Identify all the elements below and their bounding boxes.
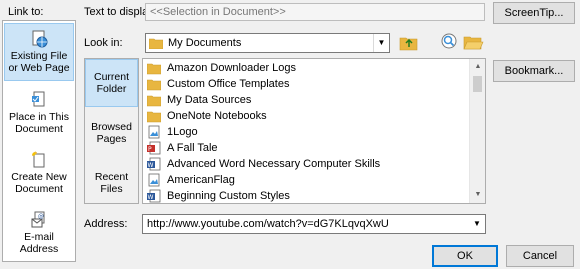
image-file-icon xyxy=(147,125,161,139)
email-icon: @ xyxy=(30,211,48,229)
tab-current-folder[interactable]: Current Folder xyxy=(85,59,138,107)
file-name: OneNote Notebooks xyxy=(167,110,267,122)
chevron-down-icon[interactable]: ▼ xyxy=(469,215,485,233)
sidebar-item-email-address[interactable]: @ E-mail Address xyxy=(4,211,74,259)
svg-text:W: W xyxy=(148,194,154,201)
address-input[interactable]: http://www.youtube.com/watch?v=dG7KLqvqX… xyxy=(142,214,486,234)
address-value: http://www.youtube.com/watch?v=dG7KLqvqX… xyxy=(147,218,389,230)
sidebar-label-line1: Create New xyxy=(11,171,67,183)
browse-web-icon xyxy=(441,33,457,49)
text-to-display-input[interactable]: <<Selection in Document>> xyxy=(145,3,485,21)
sidebar-label-line1: Place in This xyxy=(9,111,69,123)
tab-label-line1: Browsed xyxy=(91,121,132,133)
tab-recent-files[interactable]: Recent Files xyxy=(85,165,138,205)
look-in-value: My Documents xyxy=(168,37,242,49)
up-one-folder-button[interactable] xyxy=(398,32,420,52)
file-name: A Fall Tale xyxy=(167,142,218,154)
tab-label-line2: Folder xyxy=(96,83,127,95)
file-name: Amazon Downloader Logs xyxy=(167,62,297,74)
file-name: 1Logo xyxy=(167,126,198,138)
folder-icon xyxy=(148,37,164,52)
file-list[interactable]: Amazon Downloader Logs Custom Office Tem… xyxy=(142,58,486,204)
look-in-dropdown[interactable]: My Documents ▼ xyxy=(145,33,390,53)
pdf-file-icon: P xyxy=(147,141,161,155)
image-file-icon xyxy=(147,173,161,187)
folder-icon xyxy=(146,109,162,123)
folder-up-icon xyxy=(399,37,418,51)
file-name: Beginning Custom Styles xyxy=(167,190,290,202)
folder-icon xyxy=(146,93,162,107)
web-page-globe-icon xyxy=(30,30,48,48)
link-to-label: Link to: xyxy=(8,6,44,18)
tab-browsed-pages[interactable]: Browsed Pages xyxy=(85,115,138,155)
new-document-icon xyxy=(30,151,48,169)
file-name: Advanced Word Necessary Computer Skills xyxy=(167,158,381,170)
svg-text:@: @ xyxy=(38,213,44,220)
browse-web-button[interactable] xyxy=(438,32,460,52)
sidebar-item-place-in-document[interactable]: Place in This Document xyxy=(4,91,74,139)
word-file-icon: W xyxy=(147,157,161,171)
open-folder-icon xyxy=(463,36,484,50)
tab-label-line1: Current xyxy=(93,71,129,83)
address-label: Address: xyxy=(84,218,128,230)
sidebar-label-line1: E-mail xyxy=(24,231,54,243)
sidebar-label-line2: or Web Page xyxy=(8,62,70,74)
scroll-thumb[interactable] xyxy=(473,76,482,92)
screentip-button[interactable]: ScreenTip... xyxy=(493,2,575,24)
link-to-sidebar: Existing File or Web Page Place in This … xyxy=(2,20,76,262)
bookmark-button[interactable]: Bookmark... xyxy=(493,60,575,82)
file-name: My Data Sources xyxy=(167,94,252,106)
sidebar-item-create-new-document[interactable]: Create New Document xyxy=(4,151,74,199)
sidebar-item-existing-file[interactable]: Existing File or Web Page xyxy=(4,23,74,81)
file-name: Custom Office Templates xyxy=(167,78,290,90)
browse-tabs: Current Folder Browsed Pages Recent File… xyxy=(84,58,139,204)
look-in-label: Look in: xyxy=(84,37,123,49)
scroll-down-arrow-icon[interactable]: ▼ xyxy=(470,187,485,203)
vertical-scrollbar[interactable]: ▲ ▼ xyxy=(469,59,485,203)
document-bookmark-icon xyxy=(30,91,48,109)
tab-label-line1: Recent xyxy=(94,171,129,183)
folder-icon xyxy=(146,61,162,75)
file-name: AmericanFlag xyxy=(167,174,235,186)
sidebar-label-line2: Document xyxy=(15,123,63,135)
ok-button[interactable]: OK xyxy=(432,245,498,267)
scroll-up-arrow-icon[interactable]: ▲ xyxy=(470,59,485,75)
chevron-down-icon[interactable]: ▼ xyxy=(373,34,389,52)
sidebar-label-line2: Address xyxy=(19,243,59,255)
sidebar-label-line1: Existing File xyxy=(10,50,68,62)
browse-file-button[interactable] xyxy=(462,32,484,52)
svg-text:W: W xyxy=(148,162,154,169)
cancel-button[interactable]: Cancel xyxy=(506,245,574,267)
word-file-icon: W xyxy=(147,189,161,203)
tab-label-line2: Pages xyxy=(96,133,127,145)
svg-text:P: P xyxy=(148,146,152,153)
sidebar-label-line2: Document xyxy=(15,183,63,195)
tab-label-line2: Files xyxy=(100,183,123,195)
folder-icon xyxy=(146,77,162,91)
